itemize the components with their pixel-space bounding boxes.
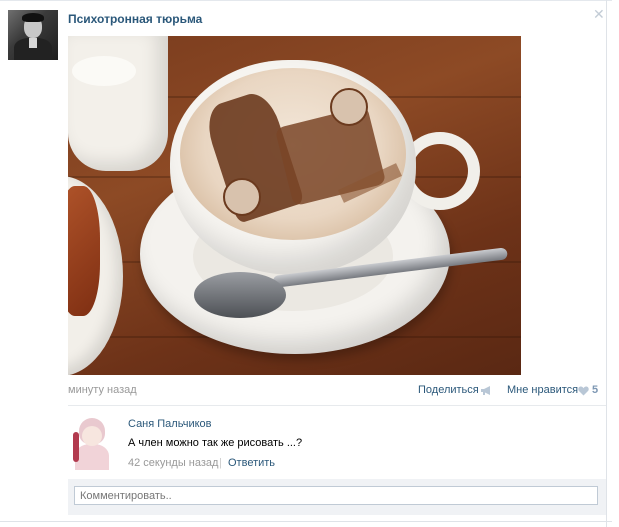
- group-avatar[interactable]: [8, 10, 58, 60]
- post-card: Психотронная тюрьма ✕ минуту назад Подел…: [0, 0, 619, 527]
- comments-divider: [68, 405, 606, 406]
- comment-author-link[interactable]: Саня Пальчиков: [128, 418, 211, 430]
- like-count[interactable]: 5: [592, 384, 598, 396]
- post-timestamp[interactable]: минуту назад: [68, 384, 137, 396]
- heart-icon[interactable]: [578, 386, 589, 396]
- post-photo[interactable]: [68, 36, 521, 375]
- reply-button[interactable]: Ответить: [228, 457, 275, 469]
- card-right-border: [606, 0, 607, 527]
- card-bottom-border: [0, 521, 612, 522]
- comment-meta-separator: |: [219, 457, 222, 469]
- share-button[interactable]: Поделиться: [418, 384, 479, 396]
- like-button[interactable]: Мне нравится: [507, 384, 578, 396]
- megaphone-icon[interactable]: [480, 385, 492, 396]
- comment-timestamp[interactable]: 42 секунды назад: [128, 457, 218, 469]
- milk-jug-image-part: [68, 36, 168, 171]
- commenter-avatar[interactable]: [73, 418, 113, 470]
- comment-text: А член можно так же рисовать ...?: [128, 437, 303, 449]
- spoon-image-part: [194, 272, 286, 318]
- card-top-border: [0, 0, 612, 1]
- comment-input[interactable]: [74, 486, 598, 505]
- group-name-link[interactable]: Психотронная тюрьма: [68, 12, 202, 26]
- close-icon[interactable]: ✕: [593, 8, 607, 22]
